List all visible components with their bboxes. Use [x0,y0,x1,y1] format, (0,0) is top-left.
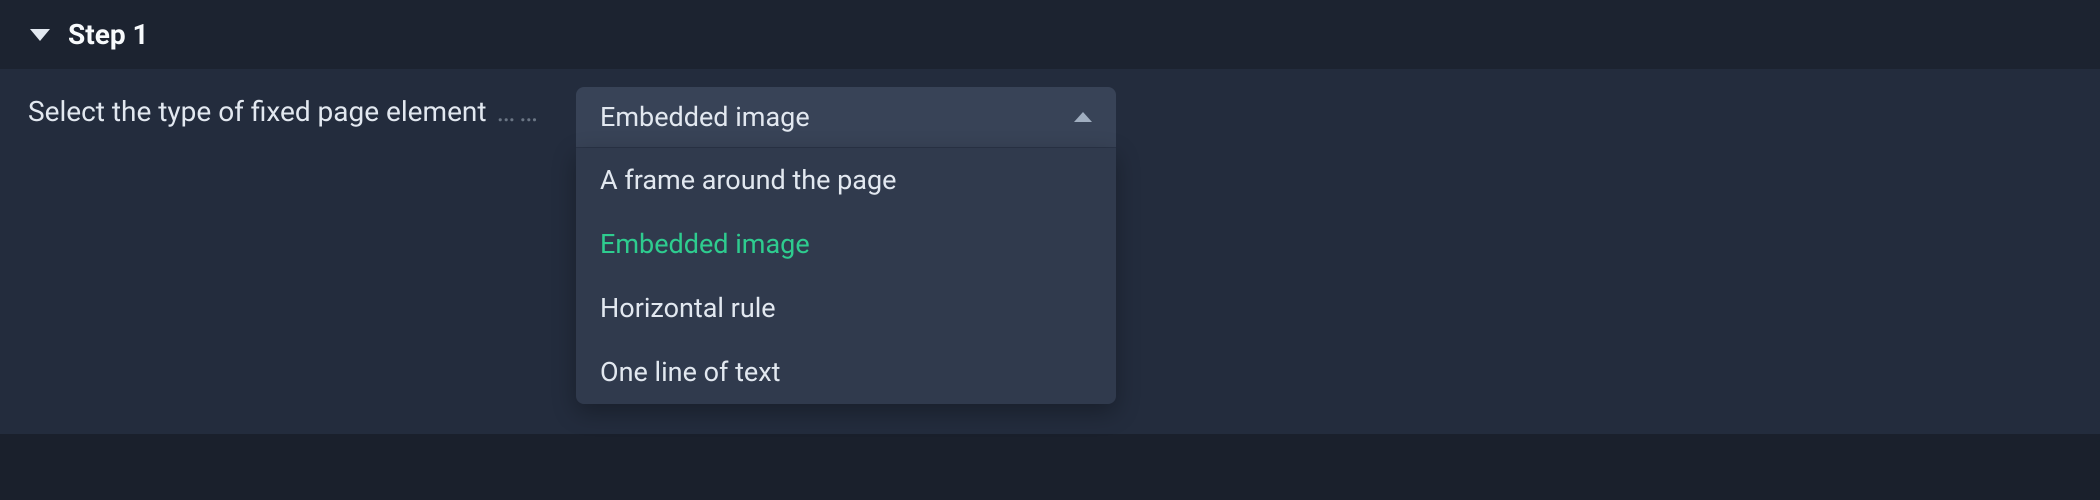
field-label: Select the type of fixed page element [28,87,487,128]
dropdown-selected-text: Embedded image [600,101,810,133]
step-header[interactable]: Step 1 [0,0,2100,69]
dropdown-option-frame[interactable]: A frame around the page [576,148,1116,212]
collapse-down-icon [30,29,50,41]
dropdown-option-embedded-image[interactable]: Embedded image [576,212,1116,276]
field-dots: …… [497,87,542,128]
step-body: Select the type of fixed page element ……… [0,69,2100,434]
chevron-up-icon [1074,112,1092,122]
step-title: Step 1 [68,18,149,51]
dropdown-option-one-line[interactable]: One line of text [576,340,1116,404]
dropdown-panel: A frame around the page Embedded image H… [576,148,1116,404]
dropdown-selected[interactable]: Embedded image [576,87,1116,148]
element-type-dropdown[interactable]: Embedded image A frame around the page E… [576,87,1116,404]
dropdown-option-horizontal-rule[interactable]: Horizontal rule [576,276,1116,340]
